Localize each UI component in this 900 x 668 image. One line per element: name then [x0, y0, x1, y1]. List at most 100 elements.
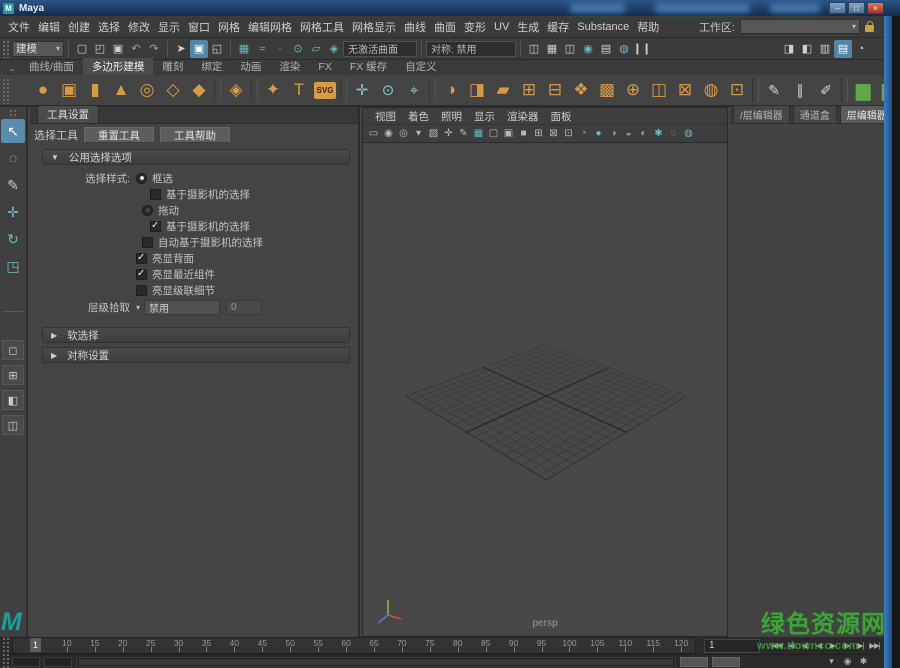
minimize-button[interactable]: – [829, 2, 846, 14]
redo-icon[interactable]: ↷ [145, 40, 163, 58]
scale-tool[interactable]: ◳ [1, 254, 25, 278]
poly-cone[interactable]: ▲ [108, 76, 134, 104]
reduce[interactable]: ▩ [594, 76, 620, 104]
shelf-tab[interactable]: 雕刻 [153, 58, 192, 75]
menu-item[interactable]: 网格工具 [297, 19, 347, 35]
camera-based-selection-checkbox[interactable] [150, 189, 161, 200]
shelf-tab[interactable]: 多边形建模 [83, 58, 154, 75]
frame-tick[interactable]: 55 [304, 638, 332, 653]
current-time-field[interactable]: 1 [704, 639, 760, 653]
animation-start-field[interactable] [12, 657, 40, 667]
open-scene-icon[interactable]: ◰ [91, 40, 109, 58]
frame-tick[interactable]: 40 [220, 638, 248, 653]
shelf-tab[interactable]: 动画 [231, 58, 270, 75]
select-camera-icon[interactable]: ▭ [366, 126, 381, 142]
pick-constraint-field[interactable]: 禁用 [144, 300, 220, 315]
poly-torus[interactable]: ◎ [134, 76, 160, 104]
highlight-detail-checkbox[interactable] [136, 285, 147, 296]
auto-keyframe-icon[interactable]: ◉ [841, 656, 854, 668]
menu-item[interactable]: 网格显示 [349, 19, 399, 35]
animation-end-field[interactable] [712, 657, 740, 667]
menu-item[interactable]: 编辑网格 [245, 19, 295, 35]
move-tool[interactable]: ✛ [1, 200, 25, 224]
sculpt-tool[interactable]: ◍ [698, 76, 724, 104]
locator-tool[interactable]: ⌖ [401, 76, 427, 104]
new-scene-icon[interactable]: ▢ [73, 40, 91, 58]
chevron-down-icon[interactable]: ▾ [136, 303, 140, 312]
shelf-icon[interactable] [841, 78, 848, 102]
snap-view-plane-icon[interactable]: ▱ [307, 40, 325, 58]
live-surface-field[interactable]: 无激活曲面 [343, 41, 417, 57]
select-component-icon[interactable]: ◱ [208, 40, 226, 58]
grease-pencil-icon[interactable]: ✎ [456, 126, 471, 142]
soft-select-section[interactable]: ▶ 软选择 [42, 327, 350, 343]
layout-persp-outliner[interactable]: ◧ [2, 390, 24, 410]
highlight-nearest-checkbox[interactable] [136, 269, 147, 280]
quad-draw-tool[interactable]: ✐ [813, 76, 839, 104]
multi-cut-tool[interactable]: ✎ [761, 76, 787, 104]
drag-radio[interactable] [142, 205, 153, 216]
smooth[interactable]: ❖ [568, 76, 594, 104]
close-button[interactable]: × [867, 2, 884, 14]
menu-item[interactable]: 文件 [5, 19, 33, 35]
playback-end-field[interactable] [680, 657, 708, 667]
viewport-menu-item[interactable]: 视图 [369, 109, 402, 124]
poly-cylinder[interactable]: ▮ [82, 76, 108, 104]
material-blinn[interactable]: ▆ [850, 76, 876, 104]
gate-mask-icon[interactable]: ■ [516, 126, 531, 142]
bookmark-icon[interactable]: ▾ [411, 126, 426, 142]
shaded-icon[interactable]: ● [591, 126, 606, 142]
current-frame-marker[interactable]: 1 [30, 638, 41, 652]
range-handle[interactable] [79, 659, 673, 665]
attribute-editor-toggle[interactable]: ◨ [780, 40, 798, 58]
shelf-tab[interactable]: FX [309, 60, 340, 74]
frame-tick[interactable]: 50 [276, 638, 304, 653]
use-lights-icon[interactable]: ◒ [621, 126, 636, 142]
shadows-icon[interactable]: ◐ [636, 126, 651, 142]
highlight-backfaces-checkbox[interactable] [136, 253, 147, 264]
menu-item[interactable]: 生成 [514, 19, 542, 35]
reset-tool-button[interactable]: 重置工具 [84, 127, 154, 143]
shelf-icon[interactable] [251, 78, 258, 102]
frame-tick[interactable]: 95 [528, 638, 556, 653]
frame-tick[interactable]: 20 [109, 638, 137, 653]
frame-tick[interactable]: 120 [667, 638, 695, 653]
frame-tick[interactable]: 15 [81, 638, 109, 653]
shelf-icon[interactable] [214, 78, 221, 102]
select-object-icon[interactable]: ▣ [190, 40, 208, 58]
menu-item[interactable]: 窗口 [185, 19, 213, 35]
pause-viewport-icon[interactable]: ❙❙ [633, 40, 651, 58]
playback-options-icon[interactable]: ▾ [825, 656, 838, 668]
ambient-occlusion-icon[interactable]: ✱ [651, 126, 666, 142]
frame-tick[interactable]: 80 [444, 638, 472, 653]
frame-tick[interactable]: 65 [360, 638, 388, 653]
outliner-toggle[interactable]: ◔ [852, 40, 870, 58]
drag-handle[interactable] [9, 109, 17, 117]
snap-point-icon[interactable]: ∙ [271, 40, 289, 58]
frame-tick[interactable]: 105 [583, 638, 611, 653]
go-to-end-button[interactable]: ▶▶| [868, 639, 881, 653]
frame-tick[interactable]: 75 [416, 638, 444, 653]
modeling-toolkit-toggle[interactable]: ▤ [834, 40, 852, 58]
frame-tick[interactable]: 10 [53, 638, 81, 653]
poly-disc[interactable]: ◆ [186, 76, 212, 104]
right-dock-tab[interactable]: 通道盒 [793, 105, 837, 123]
field-chart-icon[interactable]: ⊞ [531, 126, 546, 142]
super-shape[interactable]: ✦ [260, 76, 286, 104]
undo-icon[interactable]: ↶ [127, 40, 145, 58]
viewport-menu-item[interactable]: 着色 [402, 109, 435, 124]
platonic-solid[interactable]: ◈ [223, 76, 249, 104]
menu-item[interactable]: 曲线 [401, 19, 429, 35]
shelf-tab[interactable]: 绑定 [192, 58, 231, 75]
snap-curve-icon[interactable]: ≈ [253, 40, 271, 58]
menu-item[interactable]: 显示 [155, 19, 183, 35]
shelf-icon[interactable] [429, 78, 436, 102]
frame-tick[interactable]: 100 [556, 638, 584, 653]
menu-item[interactable]: 创建 [65, 19, 93, 35]
open-render-view-icon[interactable]: ◫ [525, 40, 543, 58]
poly-sphere[interactable]: ● [30, 76, 56, 104]
menu-item[interactable]: 选择 [95, 19, 123, 35]
frame-tick[interactable]: 70 [388, 638, 416, 653]
insert-edge-loop-tool[interactable]: ∥ [787, 76, 813, 104]
combine[interactable]: ◑ [438, 76, 464, 104]
